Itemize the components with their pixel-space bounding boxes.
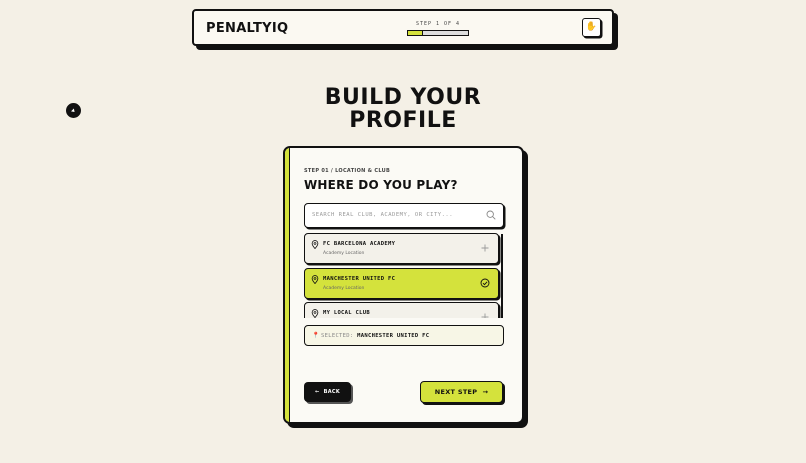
- selected-text: SELECTED: MANCHESTER UNITED FC: [321, 333, 429, 339]
- arrow-right-icon: →: [482, 387, 489, 396]
- pin-dot-icon: 📍: [312, 332, 320, 339]
- club-name: FC BARCELONA ACADEMY: [323, 241, 396, 247]
- profile-card: STEP 01 / LOCATION & CLUB WHERE DO YOU P…: [283, 146, 524, 424]
- next-step-button[interactable]: NEXT STEP →: [420, 381, 503, 403]
- progress-bar: [407, 30, 469, 36]
- location-pin-icon: [311, 240, 319, 249]
- step-label: STEP 1 OF 4: [415, 21, 461, 27]
- list-item-selected[interactable]: MANCHESTER UNITED FC Academy Location: [304, 268, 499, 299]
- location-pin-icon: [311, 275, 319, 284]
- list-item[interactable]: FC BARCELONA ACADEMY Academy Location: [304, 233, 499, 264]
- list-scrollbar[interactable]: [501, 234, 503, 318]
- club-subtitle: Academy Location: [323, 286, 365, 291]
- plus-icon[interactable]: [480, 243, 490, 253]
- club-list[interactable]: FC BARCELONA ACADEMY Academy Location MA…: [304, 233, 504, 318]
- page-title-line1: BUILD YOUR: [324, 85, 482, 110]
- step-caption: STEP 01 / LOCATION & CLUB: [304, 168, 391, 174]
- page-title: BUILD YOUR PROFILE: [0, 86, 806, 132]
- back-button[interactable]: ← BACK: [304, 382, 351, 402]
- top-header: PENALTYIQ STEP 1 OF 4 ✋: [192, 9, 614, 46]
- location-pin-icon: [311, 309, 319, 318]
- selected-label: SELECTED:: [321, 333, 354, 339]
- back-label: BACK: [323, 389, 341, 395]
- brand-logo[interactable]: PENALTYIQ: [206, 21, 288, 36]
- page-title-line2: PROFILE: [349, 108, 457, 133]
- list-item[interactable]: MY LOCAL CLUB: [304, 302, 499, 318]
- plus-icon[interactable]: [480, 312, 490, 318]
- search-icon[interactable]: [486, 210, 496, 220]
- progress-fill: [408, 31, 423, 35]
- step-indicator: STEP 1 OF 4: [407, 21, 469, 36]
- club-name: MY LOCAL CLUB: [323, 310, 370, 316]
- selected-summary: 📍 SELECTED: MANCHESTER UNITED FC: [304, 325, 504, 346]
- club-name: MANCHESTER UNITED FC: [323, 276, 396, 282]
- section-title: WHERE DO YOU PLAY?: [304, 178, 458, 192]
- selected-value: MANCHESTER UNITED FC: [357, 333, 430, 339]
- check-circle-icon[interactable]: [480, 278, 490, 288]
- search-box[interactable]: [304, 203, 504, 228]
- next-label: NEXT STEP: [434, 387, 478, 396]
- arrow-left-icon: ←: [314, 389, 320, 395]
- hand-icon[interactable]: ✋: [582, 18, 601, 37]
- club-subtitle: Academy Location: [323, 251, 365, 256]
- search-input[interactable]: [312, 209, 477, 221]
- card-accent-bar: [285, 148, 290, 422]
